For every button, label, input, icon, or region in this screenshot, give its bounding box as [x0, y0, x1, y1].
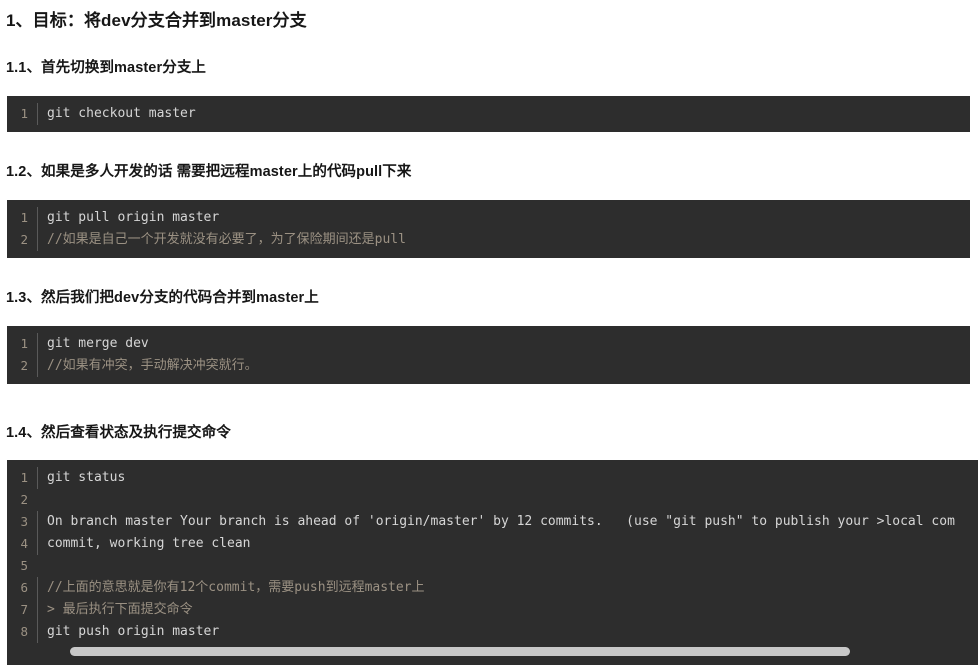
code-line: 5	[7, 555, 978, 577]
code-content: git pull origin master	[37, 206, 970, 229]
line-number: 8	[20, 624, 28, 640]
line-number: 1	[20, 470, 28, 486]
code-block-3[interactable]: 1 git merge dev 2 //如果有冲突，手动解决冲突就行。	[7, 325, 970, 384]
code-content: //如果有冲突，手动解决冲突就行。	[37, 354, 970, 377]
code-line: 2 //如果是自己一个开发就没有必要了，为了保险期间还是pull	[7, 228, 970, 251]
code-line: 8 git push origin master	[7, 621, 978, 644]
line-number: 1	[20, 105, 28, 121]
section-heading-1-1: 1.1、首先切换到master分支上	[6, 60, 207, 77]
code-line: 2 //如果有冲突，手动解决冲突就行。	[7, 354, 970, 377]
code-block-4[interactable]: 1 git status 2 3 On branch master Your b…	[7, 460, 978, 665]
code-line: 1 git merge dev	[7, 332, 970, 355]
code-line: 7 > 最后执行下面提交命令	[7, 599, 978, 622]
line-number: 2	[20, 357, 28, 373]
code-line: 6 //上面的意思就是你有12个commit，需要push到远程master上	[7, 577, 978, 600]
code-line: 1 git checkout master	[7, 102, 970, 125]
code-content: commit, working tree clean	[37, 533, 978, 556]
code-content: git merge dev	[37, 332, 970, 355]
code-content: git status	[37, 467, 978, 490]
code-block-2[interactable]: 1 git pull origin master 2 //如果是自己一个开发就没…	[7, 199, 970, 258]
code-content: On branch master Your branch is ahead of…	[37, 511, 978, 534]
scrollbar-thumb[interactable]	[70, 647, 850, 657]
line-number: 7	[20, 602, 28, 618]
section-heading-1-3: 1.3、然后我们把dev分支的代码合并到master上	[6, 289, 319, 306]
line-number: 1	[20, 335, 28, 351]
line-number: 2	[20, 231, 28, 247]
horizontal-scrollbar[interactable]	[7, 647, 978, 658]
page-title: 1、目标：将dev分支合并到master分支	[6, 11, 307, 30]
code-line: 1 git pull origin master	[7, 206, 970, 229]
code-line: 1 git status	[7, 467, 978, 490]
code-content: git push origin master	[37, 621, 978, 644]
code-content: //上面的意思就是你有12个commit，需要push到远程master上	[37, 577, 978, 600]
line-number: 1	[20, 209, 28, 225]
code-line: 4 commit, working tree clean	[7, 533, 978, 556]
code-content: git checkout master	[37, 102, 970, 125]
code-line: 2	[7, 489, 978, 511]
section-heading-1-4: 1.4、然后查看状态及执行提交命令	[6, 424, 231, 441]
line-number: 2	[20, 492, 28, 508]
code-line: 3 On branch master Your branch is ahead …	[7, 511, 978, 534]
section-heading-1-2: 1.2、如果是多人开发的话 需要把远程master上的代码pull下来	[6, 163, 412, 180]
code-content: > 最后执行下面提交命令	[37, 599, 978, 622]
line-number: 5	[20, 558, 28, 574]
line-number: 6	[20, 580, 28, 596]
line-number: 3	[20, 514, 28, 530]
code-block-1[interactable]: 1 git checkout master	[7, 95, 970, 132]
code-content: //如果是自己一个开发就没有必要了，为了保险期间还是pull	[37, 228, 970, 251]
line-number: 4	[20, 536, 28, 552]
article-page: 1、目标：将dev分支合并到master分支 1.1、首先切换到master分支…	[0, 0, 978, 665]
